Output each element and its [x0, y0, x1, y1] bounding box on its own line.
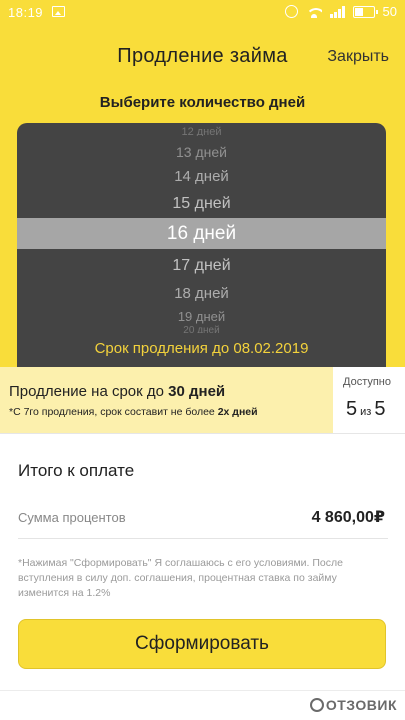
status-icons: 50 — [284, 4, 397, 19]
picker-option[interactable]: 18 дней — [17, 285, 386, 302]
extension-info-banner: Продление на срок до 30 дней *С 7го прод… — [0, 367, 333, 433]
submit-button[interactable]: Сформировать — [18, 619, 386, 669]
wifi-icon — [305, 6, 322, 18]
picker-option[interactable]: 17 дней — [17, 257, 386, 275]
bottom-divider — [0, 690, 405, 691]
status-bar: 18:19 50 — [0, 0, 405, 26]
battery-level: 50 — [382, 4, 397, 19]
extension-note: *С 7го продления, срок составит не более… — [9, 406, 258, 418]
watermark: ОТЗОВИК — [309, 697, 397, 713]
days-prompt: Выберите количество дней — [99, 94, 306, 111]
section-divider — [0, 433, 405, 434]
alarm-icon — [284, 5, 298, 18]
interest-value: 4 860,00₽ — [311, 509, 385, 526]
extension-period-text: Срок продления до 08.02.2019 — [94, 340, 309, 357]
available-label: Доступно — [343, 376, 392, 388]
picker-selected-label: 16 дней — [166, 223, 237, 244]
header-area: 18:19 50 Продление займа Закрыть Выберит… — [0, 0, 405, 367]
watermark-icon — [309, 698, 324, 712]
status-time: 18:19 — [8, 5, 44, 20]
picker-option[interactable]: 19 дней — [17, 309, 386, 324]
picker-option[interactable]: 13 дней — [17, 144, 386, 160]
available-extensions: Доступно 5 из 5 — [333, 367, 405, 433]
available-count: 5 из 5 — [346, 398, 386, 420]
days-picker[interactable]: 12 дней 13 дней 14 дней 15 дней 16 дней … — [17, 123, 386, 367]
extension-note-days: 2х дней — [217, 406, 258, 418]
legal-note: *Нажимая "Сформировать" Я соглашаюсь с е… — [18, 557, 343, 599]
signal-icon — [329, 5, 345, 18]
battery-icon — [352, 5, 378, 18]
close-button[interactable]: Закрыть — [327, 48, 389, 66]
interest-label: Сумма процентов — [18, 510, 126, 525]
total-title: Итого к оплате — [18, 461, 135, 480]
picker-option[interactable]: 14 дней — [17, 168, 386, 185]
picker-option[interactable]: 12 дней — [17, 126, 386, 136]
picker-selected-option[interactable]: 16 дней — [17, 218, 386, 249]
picker-option[interactable]: 20 дней — [17, 325, 386, 333]
row-divider — [18, 538, 388, 539]
extension-max-days: 30 дней — [168, 383, 226, 400]
extension-title: Продление на срок до 30 дней — [9, 383, 226, 400]
picker-option[interactable]: 15 дней — [17, 195, 386, 213]
gallery-notification-icon — [52, 6, 65, 17]
